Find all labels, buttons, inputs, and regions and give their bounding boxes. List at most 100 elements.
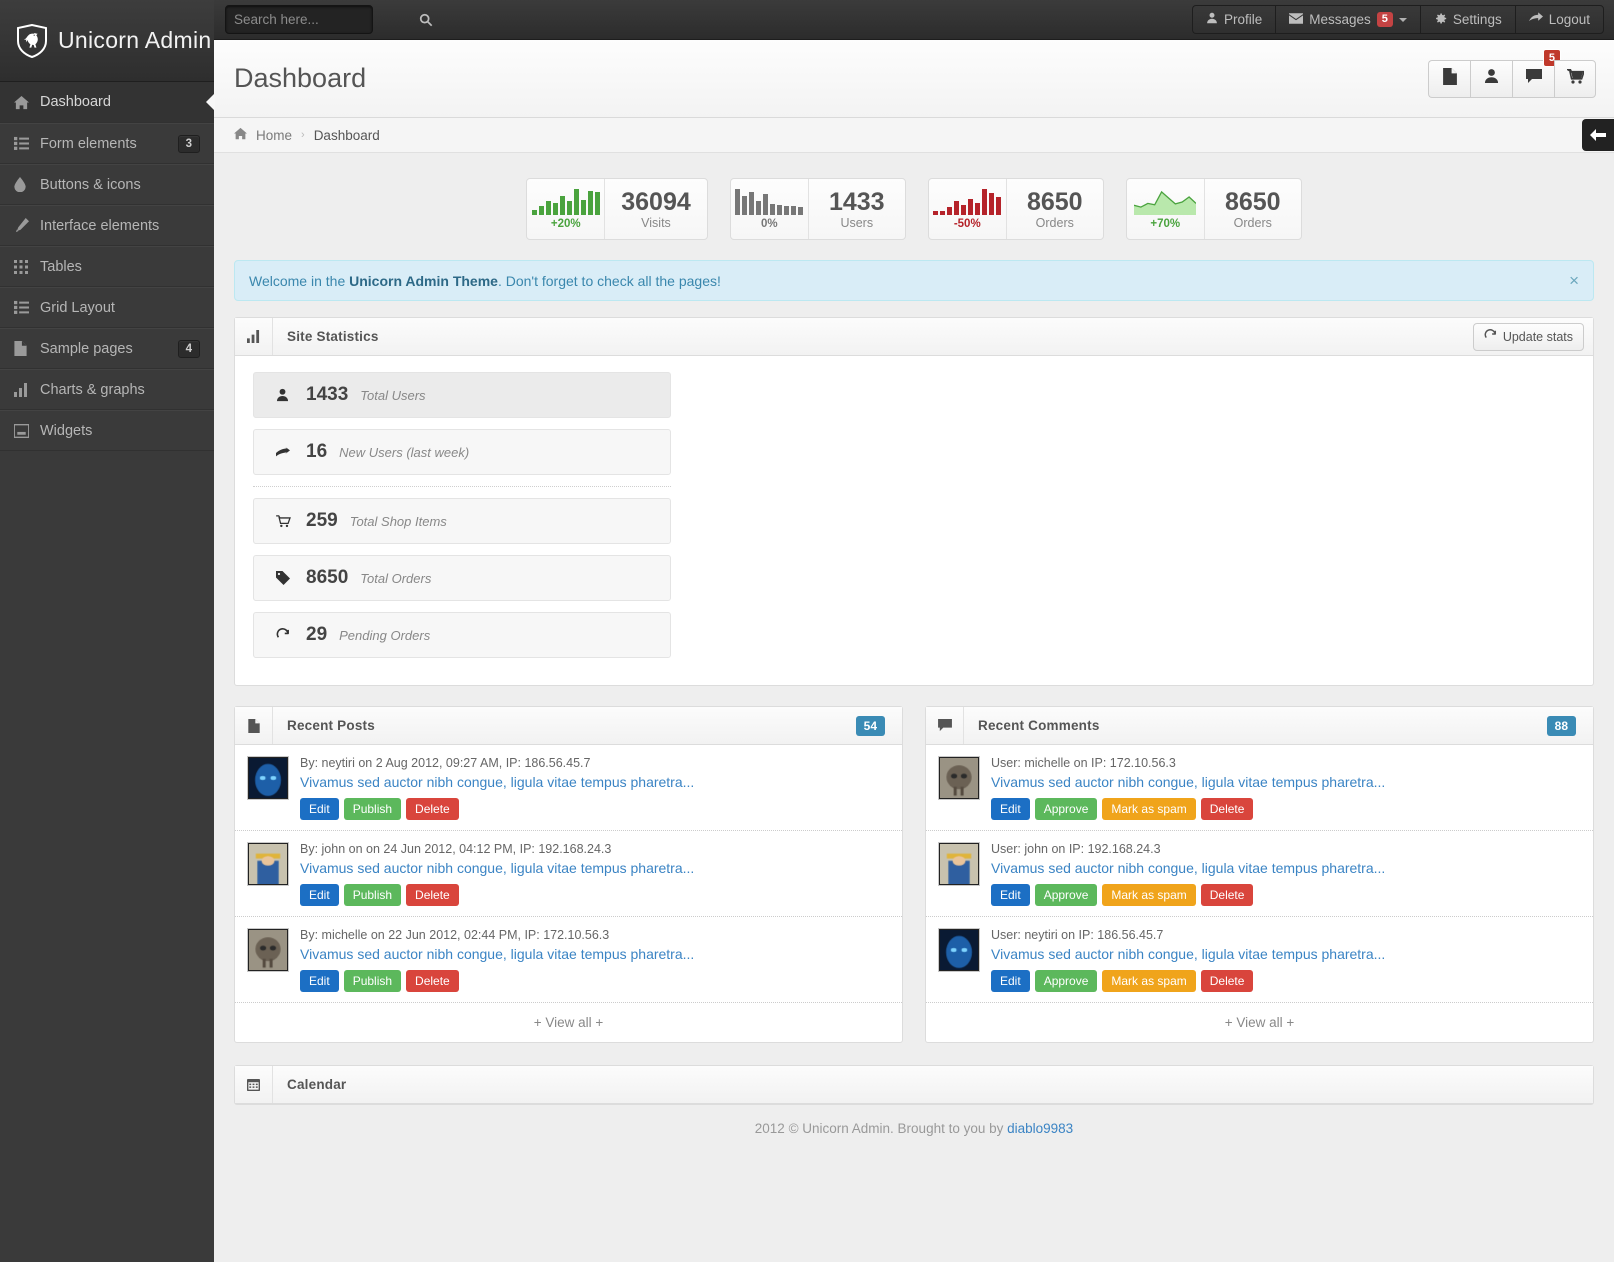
stat-widget-visits[interactable]: +20% 36094 Visits xyxy=(526,178,708,240)
mark-as-spam-button[interactable]: Mark as spam xyxy=(1102,798,1195,820)
stat-row-number: 16 xyxy=(306,441,327,463)
post-meta: By: john on on 24 Jun 2012, 04:12 PM, IP… xyxy=(300,842,890,856)
publish-button[interactable]: Publish xyxy=(344,970,401,992)
stat-row-pending-orders[interactable]: 29 Pending Orders xyxy=(253,612,671,658)
sidebar-item-buttons-icons[interactable]: Buttons & icons xyxy=(0,164,214,205)
stat-row-total-users[interactable]: 1433 Total Users xyxy=(253,372,671,418)
unicorn-shield-logo-icon xyxy=(16,24,48,58)
post-title[interactable]: Vivamus sed auctor nibh congue, ligula v… xyxy=(300,946,890,962)
user-icon xyxy=(1484,68,1499,89)
bar-chart-icon xyxy=(235,318,273,355)
delete-button[interactable]: Delete xyxy=(1201,884,1254,906)
breadcrumb: Home › Dashboard xyxy=(214,118,1614,153)
comment-title[interactable]: Vivamus sed auctor nibh congue, ligula v… xyxy=(991,774,1581,790)
sidebar-item-interface-elements[interactable]: Interface elements xyxy=(0,205,214,246)
arrow-left-icon[interactable] xyxy=(1582,119,1614,151)
footer-text: 2012 © Unicorn Admin. Brought to you by xyxy=(755,1121,1007,1136)
delete-button[interactable]: Delete xyxy=(1201,798,1254,820)
topnav-logout[interactable]: Logout xyxy=(1515,5,1604,34)
stat-widget-orders-up[interactable]: +70% 8650 Orders xyxy=(1126,178,1302,240)
post-title[interactable]: Vivamus sed auctor nibh congue, ligula v… xyxy=(300,860,890,876)
publish-button[interactable]: Publish xyxy=(344,798,401,820)
comment-title[interactable]: Vivamus sed auctor nibh congue, ligula v… xyxy=(991,860,1581,876)
delete-button[interactable]: Delete xyxy=(1201,970,1254,992)
comment-meta: User: john on IP: 192.168.24.3 xyxy=(991,842,1581,856)
topnav-profile-label: Profile xyxy=(1224,12,1262,27)
approve-button[interactable]: Approve xyxy=(1035,798,1098,820)
stat-row-total-orders[interactable]: 8650 Total Orders xyxy=(253,555,671,601)
list-item-body: By: neytiri on 2 Aug 2012, 09:27 AM, IP:… xyxy=(300,756,890,820)
edit-button[interactable]: Edit xyxy=(991,798,1030,820)
edit-button[interactable]: Edit xyxy=(300,884,339,906)
stat-label: Orders xyxy=(1234,216,1272,230)
sidebar-item-widgets[interactable]: Widgets xyxy=(0,410,214,451)
mark-as-spam-button[interactable]: Mark as spam xyxy=(1102,884,1195,906)
bar-sparkline-icon xyxy=(735,189,803,215)
sidebar-item-sample-pages[interactable]: Sample pages 4 xyxy=(0,328,214,369)
recent-posts-view-all[interactable]: + View all + xyxy=(235,1003,902,1042)
list-item[interactable]: By: john on on 24 Jun 2012, 04:12 PM, IP… xyxy=(235,831,902,917)
stat-row-new-users[interactable]: 16 New Users (last week) xyxy=(253,429,671,475)
header-user-button[interactable] xyxy=(1470,60,1512,98)
comment-title[interactable]: Vivamus sed auctor nibh congue, ligula v… xyxy=(991,946,1581,962)
stat-row-number: 259 xyxy=(306,510,338,532)
list-item[interactable]: User: neytiri on IP: 186.56.45.7 Vivamus… xyxy=(926,917,1593,1003)
sidebar-item-tables[interactable]: Tables xyxy=(0,246,214,287)
list-item-body: By: john on on 24 Jun 2012, 04:12 PM, IP… xyxy=(300,842,890,906)
update-stats-button[interactable]: Update stats xyxy=(1473,323,1584,351)
approve-button[interactable]: Approve xyxy=(1035,884,1098,906)
publish-button[interactable]: Publish xyxy=(344,884,401,906)
stat-widget-users[interactable]: 0% 1433 Users xyxy=(730,178,906,240)
comment-meta: User: neytiri on IP: 186.56.45.7 xyxy=(991,928,1581,942)
sidebar-item-dashboard[interactable]: Dashboard xyxy=(0,82,214,123)
delete-button[interactable]: Delete xyxy=(406,970,459,992)
list-item-body: User: michelle on IP: 172.10.56.3 Vivamu… xyxy=(991,756,1581,820)
recent-comments-view-all[interactable]: + View all + xyxy=(926,1003,1593,1042)
list-item[interactable]: By: michelle on 22 Jun 2012, 02:44 PM, I… xyxy=(235,917,902,1003)
search-icon[interactable] xyxy=(419,6,433,33)
header-file-button[interactable] xyxy=(1428,60,1470,98)
header-comments-button[interactable]: 5 xyxy=(1512,60,1554,98)
stat-widget-value-orders-down: 8650 Orders xyxy=(1007,179,1103,239)
stat-widget-orders-down[interactable]: -50% 8650 Orders xyxy=(928,178,1104,240)
topnav-profile[interactable]: Profile xyxy=(1192,5,1275,34)
approve-button[interactable]: Approve xyxy=(1035,970,1098,992)
edit-button[interactable]: Edit xyxy=(991,970,1030,992)
list-icon xyxy=(14,136,40,151)
footer-author-link[interactable]: diablo9983 xyxy=(1007,1121,1073,1136)
list-item[interactable]: User: john on IP: 192.168.24.3 Vivamus s… xyxy=(926,831,1593,917)
mark-as-spam-button[interactable]: Mark as spam xyxy=(1102,970,1195,992)
post-title[interactable]: Vivamus sed auctor nibh congue, ligula v… xyxy=(300,774,890,790)
close-icon[interactable]: × xyxy=(1569,272,1579,289)
sidebar-item-grid-layout[interactable]: Grid Layout xyxy=(0,287,214,328)
sidebar-item-charts-graphs[interactable]: Charts & graphs xyxy=(0,369,214,410)
topnav-messages[interactable]: Messages 5 xyxy=(1275,5,1420,34)
top-bar: Profile Messages 5 Settings xyxy=(0,0,1614,40)
edit-button[interactable]: Edit xyxy=(300,970,339,992)
edit-button[interactable]: Edit xyxy=(300,798,339,820)
sidebar-item-form-elements[interactable]: Form elements 3 xyxy=(0,123,214,164)
search-box[interactable] xyxy=(225,5,373,34)
avatar xyxy=(938,842,980,886)
list-item[interactable]: By: neytiri on 2 Aug 2012, 09:27 AM, IP:… xyxy=(235,745,902,831)
post-actions: Edit Publish Delete xyxy=(300,970,890,992)
stat-widget-value-visits: 36094 Visits xyxy=(605,179,707,239)
delete-button[interactable]: Delete xyxy=(406,884,459,906)
recent-comments-title: Recent Comments xyxy=(964,718,1100,733)
chevron-down-icon[interactable] xyxy=(1399,18,1407,22)
delete-button[interactable]: Delete xyxy=(406,798,459,820)
stat-row-shop-items[interactable]: 259 Total Shop Items xyxy=(253,498,671,544)
list-item[interactable]: User: michelle on IP: 172.10.56.3 Vivamu… xyxy=(926,745,1593,831)
breadcrumb-home-link[interactable]: Home xyxy=(256,128,292,143)
sidebar-label-buttons-icons: Buttons & icons xyxy=(40,177,214,193)
file-icon xyxy=(14,341,40,356)
brand[interactable]: Unicorn Admin xyxy=(0,0,214,82)
edit-button[interactable]: Edit xyxy=(991,884,1030,906)
droplet-icon xyxy=(14,177,40,192)
stat-divider xyxy=(253,486,671,487)
header-cart-button[interactable] xyxy=(1554,60,1596,98)
search-input[interactable] xyxy=(226,12,419,27)
sidebar-label-dashboard: Dashboard xyxy=(40,94,214,110)
topnav-settings[interactable]: Settings xyxy=(1420,5,1515,34)
stat-label: Users xyxy=(840,216,873,230)
